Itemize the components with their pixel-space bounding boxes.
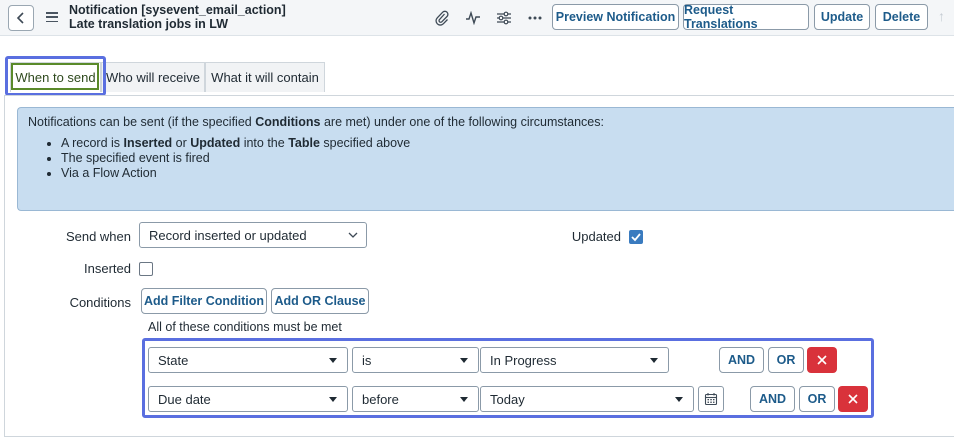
more-options-icon[interactable] — [526, 9, 544, 27]
arrow-up-icon[interactable]: ↑ — [938, 8, 945, 24]
activity-icon[interactable] — [464, 9, 482, 27]
request-translations-button[interactable]: Request Translations — [683, 3, 809, 31]
checkmark-icon — [631, 233, 641, 242]
record-table-name: Notification [sysevent_email_action] — [69, 3, 286, 17]
tab-who-will-receive[interactable]: Who will receive — [101, 62, 205, 92]
conditions-highlight-box — [142, 338, 874, 418]
conditions-label: Conditions — [69, 295, 131, 310]
info-bullet: A record is Inserted or Updated into the… — [61, 136, 944, 151]
updated-label: Updated — [571, 229, 621, 244]
chevron-left-icon — [16, 12, 24, 24]
back-button[interactable] — [8, 5, 34, 31]
add-filter-condition-button[interactable]: Add Filter Condition — [141, 288, 267, 314]
tab-label: What it will contain — [211, 70, 319, 85]
conditions-note: All of these conditions must be met — [148, 320, 342, 334]
info-bullet: Via a Flow Action — [61, 166, 944, 181]
update-button[interactable]: Update — [814, 4, 870, 30]
info-bullet: The specified event is fired — [61, 151, 944, 166]
form-header: Notification [sysevent_email_action] Lat… — [0, 0, 954, 36]
tab-what-it-will-contain[interactable]: What it will contain — [205, 62, 325, 92]
page-title: Notification [sysevent_email_action] Lat… — [69, 3, 286, 31]
inserted-checkbox[interactable] — [139, 262, 153, 276]
send-when-value: Record inserted or updated — [149, 227, 307, 243]
send-when-select[interactable]: Record inserted or updated — [139, 222, 367, 248]
info-message: Notifications can be sent (if the specif… — [17, 107, 954, 211]
send-when-label: Send when — [65, 229, 131, 244]
tab-highlight-box — [5, 56, 106, 96]
record-name: Late translation jobs in LW — [69, 17, 229, 31]
updated-checkbox[interactable] — [629, 230, 643, 244]
preview-notification-button[interactable]: Preview Notification — [552, 4, 679, 30]
add-or-clause-button[interactable]: Add OR Clause — [271, 288, 369, 314]
chevron-down-icon — [348, 232, 358, 238]
tab-label: Who will receive — [106, 70, 200, 85]
inserted-label: Inserted — [84, 261, 131, 276]
paperclip-icon[interactable] — [433, 9, 451, 27]
delete-button[interactable]: Delete — [875, 4, 928, 30]
settings-sliders-icon[interactable] — [495, 9, 513, 27]
context-menu-icon[interactable] — [46, 10, 58, 24]
info-list: A record is Inserted or Updated into the… — [28, 136, 944, 181]
info-intro: Notifications can be sent (if the specif… — [28, 115, 604, 129]
